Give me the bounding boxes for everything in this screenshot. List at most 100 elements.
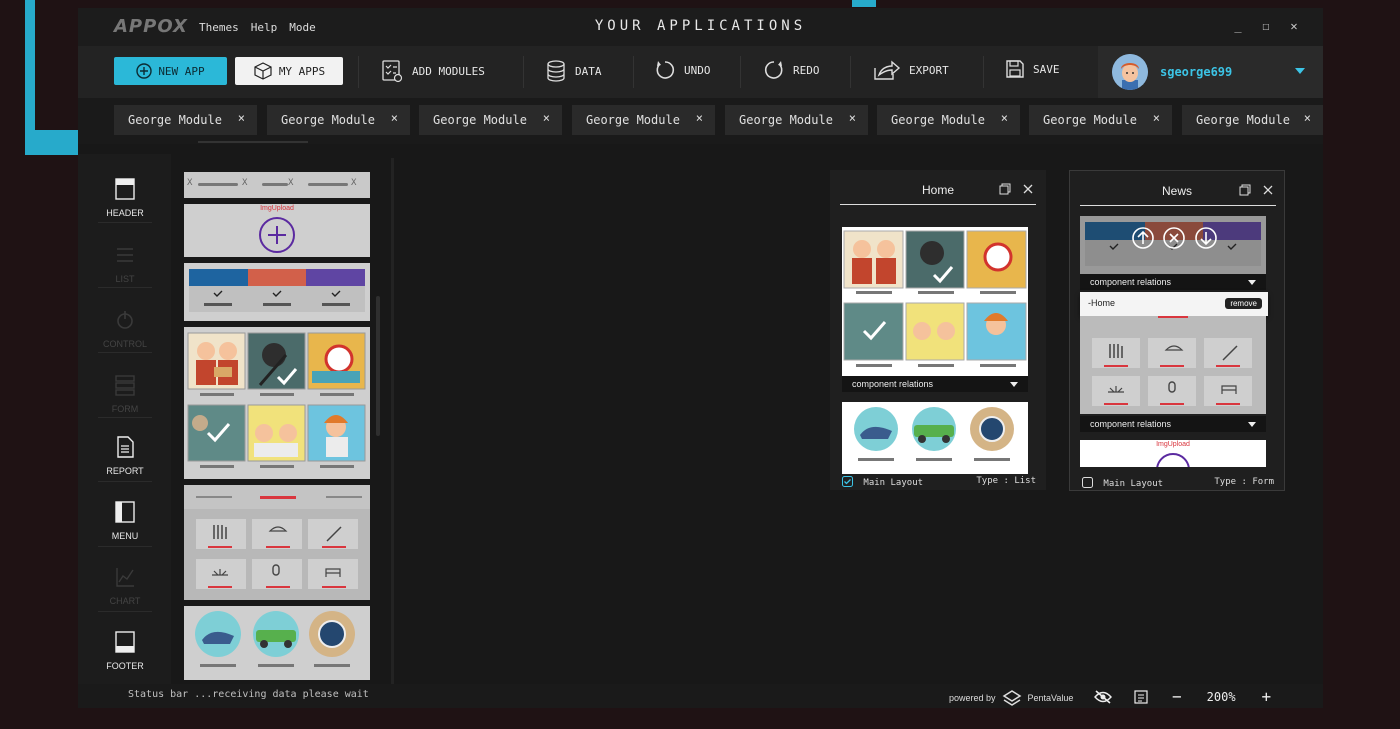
module-tab[interactable]: George Module × bbox=[1182, 105, 1323, 135]
remove-circle-icon[interactable] bbox=[1163, 227, 1185, 249]
chart-icon bbox=[116, 568, 134, 587]
close-icon[interactable]: × bbox=[696, 111, 703, 125]
user-menu[interactable]: sgeorge699 bbox=[1098, 46, 1323, 98]
visibility-off-icon[interactable] bbox=[1094, 689, 1112, 704]
relation-item[interactable]: -Home remove bbox=[1080, 292, 1268, 316]
add-image-icon[interactable] bbox=[258, 216, 296, 254]
preview-tab-close: X bbox=[242, 178, 248, 188]
add-modules-button[interactable]: ADD MODULES bbox=[380, 59, 485, 83]
redo-icon bbox=[764, 61, 783, 79]
card-divider bbox=[1080, 205, 1276, 206]
component-relations-dropdown[interactable]: component relations bbox=[842, 376, 1028, 392]
sidebar-item-menu[interactable]: MENU bbox=[98, 501, 152, 565]
save-label: SAVE bbox=[1033, 62, 1060, 76]
checkbox-strip-block[interactable] bbox=[184, 263, 370, 321]
sidebar-item-label: CHART bbox=[109, 596, 141, 606]
header-icon bbox=[115, 178, 135, 200]
relations-label: component relations bbox=[1090, 277, 1172, 287]
module-tab[interactable]: George Module × bbox=[725, 105, 868, 135]
main-layout-checkbox[interactable]: Main Layout bbox=[842, 476, 923, 488]
preview-scrollbar[interactable] bbox=[376, 296, 380, 436]
new-app-button[interactable]: NEW APP bbox=[114, 57, 227, 85]
status-text: Status bar ...receiving data please wait bbox=[128, 689, 369, 700]
sidebar-item-label: MENU bbox=[111, 531, 139, 541]
redo-button[interactable]: REDO bbox=[763, 59, 820, 81]
divider bbox=[98, 481, 152, 482]
close-icon[interactable]: × bbox=[391, 111, 398, 125]
minimize-button[interactable]: _ bbox=[1229, 19, 1247, 33]
image-grid-block[interactable] bbox=[184, 327, 370, 479]
circle-images-block[interactable] bbox=[184, 606, 370, 680]
close-icon[interactable]: × bbox=[1001, 111, 1008, 125]
close-icon[interactable]: × bbox=[849, 111, 856, 125]
add-image-icon[interactable] bbox=[1155, 452, 1191, 467]
close-icon[interactable] bbox=[1023, 184, 1033, 194]
close-window-button[interactable]: ✕ bbox=[1285, 19, 1303, 33]
divider bbox=[98, 546, 152, 547]
image-upload-block[interactable]: ImgUpload bbox=[184, 204, 370, 257]
card-title: Home bbox=[921, 183, 954, 197]
home-image-grid bbox=[842, 227, 1028, 377]
save-button[interactable]: SAVE bbox=[1005, 59, 1060, 79]
divider bbox=[98, 352, 152, 353]
avatar bbox=[1112, 54, 1148, 90]
duplicate-icon[interactable] bbox=[999, 183, 1011, 195]
tab-label: George Module bbox=[433, 113, 527, 127]
module-tab[interactable]: George Module × bbox=[419, 105, 562, 135]
component-relations-dropdown[interactable]: component relations bbox=[1080, 274, 1266, 290]
zoom-in-button[interactable]: + bbox=[1262, 687, 1272, 706]
chevron-down-icon bbox=[1010, 382, 1018, 387]
home-screen-card[interactable]: Home component relations Main Layout Typ… bbox=[830, 170, 1046, 490]
component-relations-dropdown[interactable]: component relations bbox=[1080, 416, 1266, 432]
tab-label: George Module bbox=[586, 113, 680, 127]
preview-tab-close: X bbox=[187, 178, 193, 188]
undo-label: UNDO bbox=[684, 63, 711, 77]
divider bbox=[98, 611, 152, 612]
module-tab[interactable]: George Module × bbox=[1029, 105, 1172, 135]
main-layout-label: Main Layout bbox=[863, 478, 924, 488]
toolbar-divider bbox=[633, 56, 634, 88]
close-icon[interactable] bbox=[1263, 185, 1273, 195]
box-icon bbox=[254, 62, 272, 80]
module-tab[interactable]: George Module × bbox=[877, 105, 1020, 135]
maximize-button[interactable]: ☐ bbox=[1257, 19, 1275, 33]
panel-divider bbox=[391, 158, 394, 688]
export-button[interactable]: EXPORT bbox=[873, 59, 949, 81]
remove-relation-button[interactable]: remove bbox=[1225, 298, 1262, 309]
module-tab[interactable]: George Module × bbox=[114, 105, 257, 135]
news-screen-card[interactable]: News component relations -Home remove co… bbox=[1069, 170, 1285, 491]
module-tab[interactable]: George Module × bbox=[267, 105, 410, 135]
report-icon bbox=[117, 436, 134, 458]
close-icon[interactable]: × bbox=[238, 111, 245, 125]
undo-button[interactable]: UNDO bbox=[654, 59, 711, 81]
component-sidebar: HEADER LIST CONTROL FORM REPORT MENU CHA… bbox=[78, 154, 171, 684]
move-up-icon[interactable] bbox=[1132, 227, 1154, 249]
close-icon[interactable]: × bbox=[1153, 111, 1160, 125]
preview-tab-close: X bbox=[288, 178, 294, 188]
zoom-out-button[interactable]: − bbox=[1172, 687, 1182, 706]
move-down-icon[interactable] bbox=[1195, 227, 1217, 249]
my-apps-button[interactable]: MY APPS bbox=[235, 57, 343, 85]
duplicate-icon[interactable] bbox=[1239, 184, 1251, 196]
plus-circle-icon bbox=[136, 63, 153, 79]
sidebar-item-chart: CHART bbox=[98, 566, 152, 630]
card-divider bbox=[840, 204, 1036, 205]
module-tab[interactable]: George Module × bbox=[572, 105, 715, 135]
sidebar-item-list: LIST bbox=[98, 244, 152, 308]
chevron-down-icon[interactable] bbox=[1295, 68, 1305, 74]
menu-icons-block[interactable] bbox=[184, 485, 370, 600]
document-icon[interactable] bbox=[1134, 689, 1148, 704]
data-button[interactable]: DATA bbox=[545, 59, 602, 83]
tab-label: George Module bbox=[739, 113, 833, 127]
sidebar-item-header[interactable]: HEADER bbox=[98, 178, 152, 242]
main-layout-checkbox[interactable]: Main Layout bbox=[1082, 477, 1163, 489]
close-icon[interactable]: × bbox=[1304, 111, 1311, 125]
undo-icon bbox=[656, 61, 675, 79]
sidebar-item-report[interactable]: REPORT bbox=[98, 436, 152, 500]
news-image-upload[interactable]: ImgUpload bbox=[1080, 440, 1266, 467]
preview-tabs-block[interactable]: X X X X bbox=[184, 172, 370, 198]
close-icon[interactable]: × bbox=[543, 111, 550, 125]
checkbox-icon bbox=[1082, 477, 1093, 488]
toolbar-divider bbox=[358, 56, 359, 88]
app-preview: X X X X ImgUpload bbox=[184, 172, 370, 680]
